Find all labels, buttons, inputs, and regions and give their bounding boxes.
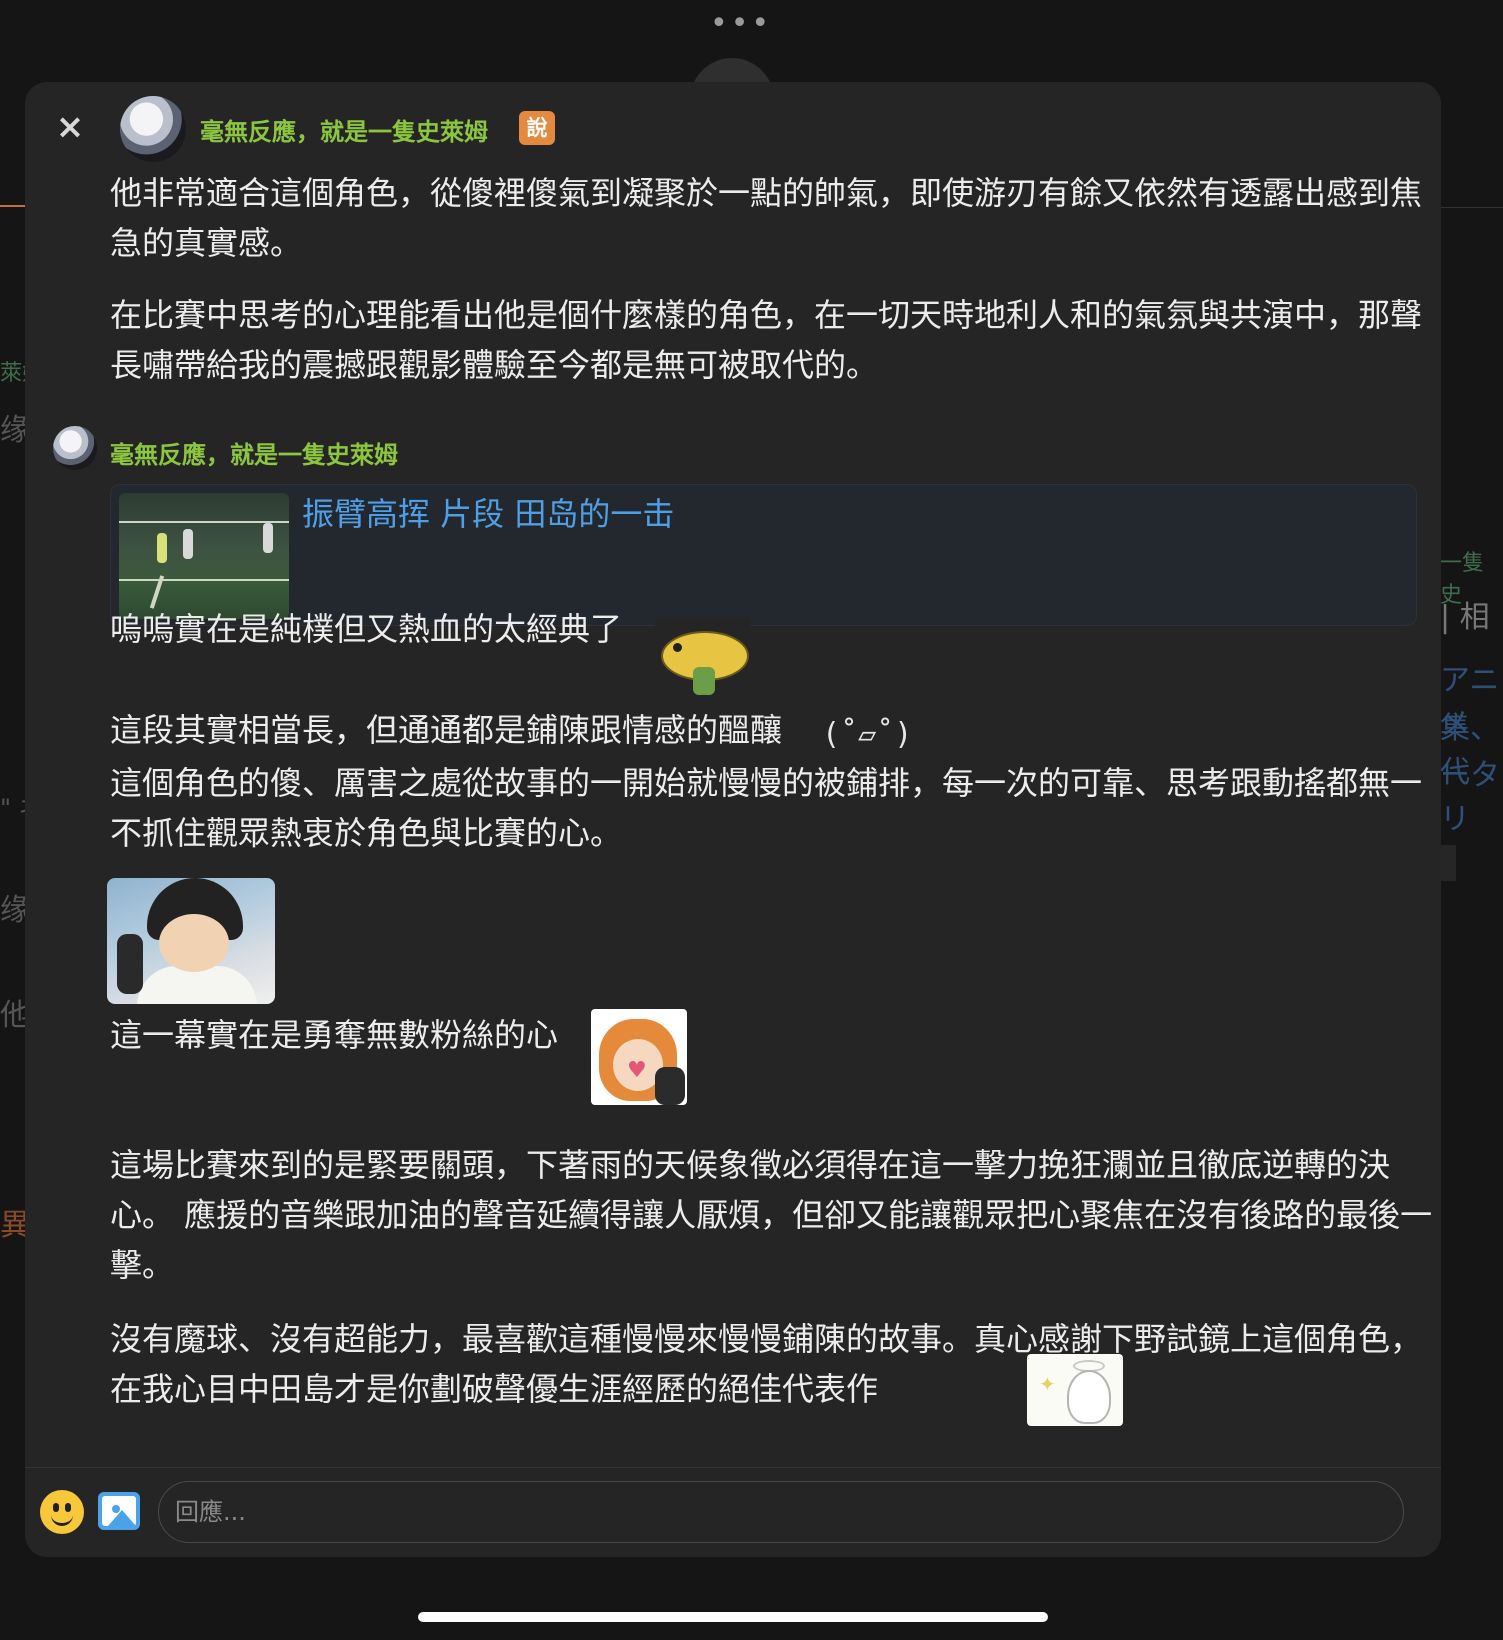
close-icon[interactable]: × [53, 110, 87, 144]
reply-composer [25, 1467, 1441, 1557]
fox-sticker: ♥ [591, 1009, 687, 1105]
avatar[interactable] [120, 96, 186, 162]
reply-line: 嗚嗚實在是純樸但又熱血的太經典了 [110, 610, 623, 648]
video-link-title[interactable]: 振臂高挥 片段 田岛的一击 [302, 491, 674, 537]
kaomoji: (˚▱˚) [822, 717, 913, 752]
reply-line: 這段其實相當長，但通通都是鋪陳跟情感的醞釀 [110, 711, 783, 749]
reply-line: 沒有魔球、沒有超能力，最喜歡這種慢慢來慢慢鋪陳的故事。真心感謝下野試鏡上這個角色… [110, 1320, 1423, 1408]
image-upload-icon[interactable] [98, 1492, 140, 1530]
comment-paragraph: 在比賽中思考的心理能看出他是個什麼樣的角色，在一切天時地利人和的氣氛與共演中，那… [110, 296, 1423, 384]
reply-line: 這場比賽來到的是緊要關頭，下著雨的天候象徵必須得在這一擊力挽狂瀾並且徹底逆轉的決… [110, 1146, 1433, 1284]
anime-screenshot[interactable] [107, 878, 275, 1004]
comment-paragraph: 他非常適合這個角色，從傻裡傻氣到凝聚於一點的帥氣，即使游刃有餘又依然有透露出感到… [110, 174, 1423, 262]
reply-line: 這個角色的傻、厲害之處從故事的一開始就慢慢的被鋪排，每一次的可靠、思考跟動搖都無… [110, 764, 1423, 852]
video-thumbnail [119, 493, 289, 619]
avatar[interactable] [53, 426, 97, 470]
say-badge: 說 [519, 111, 555, 145]
background-divider [1440, 207, 1503, 208]
ghost-sticker: ✦ [1027, 1354, 1123, 1426]
reply-input[interactable] [158, 1481, 1404, 1543]
more-options-icon[interactable]: ••• [710, 9, 772, 39]
background-text: | 相 [1440, 600, 1490, 635]
home-indicator[interactable] [418, 1612, 1048, 1622]
background-divider [0, 205, 26, 207]
background-text: ータリ [1440, 758, 1500, 837]
background-block [1440, 845, 1456, 881]
author-name[interactable]: 毫無反應，就是一隻史萊姆 [200, 112, 488, 147]
comment-modal: × 毫無反應，就是一隻史萊姆 說 他非常適合這個角色，從傻裡傻氣到凝聚於一點的帥… [25, 82, 1441, 1557]
emoji-icon[interactable] [40, 1490, 84, 1534]
reply-line: 這一幕實在是勇奪無數粉絲的心 [110, 1016, 559, 1054]
fish-sticker [655, 617, 751, 697]
reply-author-name[interactable]: 毫無反應，就是一隻史萊姆 [110, 435, 398, 470]
